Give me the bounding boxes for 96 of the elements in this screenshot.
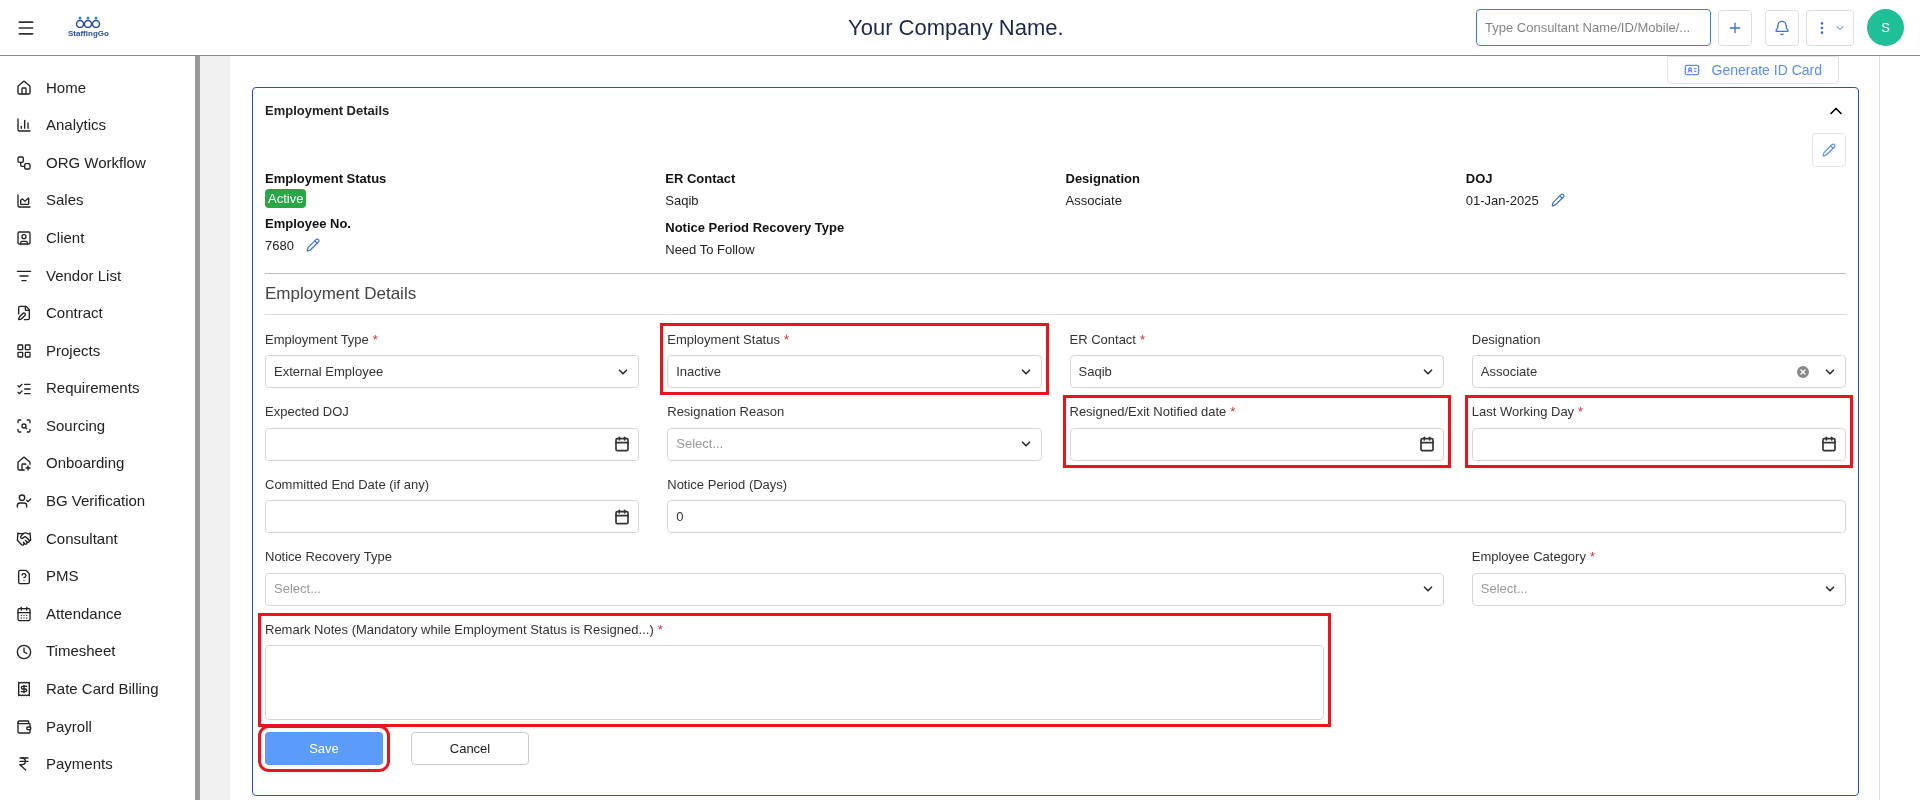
sidebar-item[interactable]: Payroll	[0, 708, 195, 746]
status-badge: Active	[265, 188, 307, 208]
sidebar-item[interactable]: ORG Workflow	[0, 144, 195, 182]
question-file-icon	[16, 568, 32, 585]
sidebar-item[interactable]: Projects	[0, 332, 195, 370]
home-icon	[16, 79, 32, 96]
input-field[interactable]: 0	[667, 500, 1846, 533]
field-label: Resigned/Exit Notified date	[1069, 403, 1227, 421]
required-mark: *	[783, 330, 790, 349]
rupee-icon	[16, 756, 32, 773]
logo-text: StaffingGo	[68, 27, 109, 40]
select-field[interactable]: Saqib	[1069, 355, 1444, 388]
pencil-icon[interactable]	[305, 238, 320, 253]
bar-chart-icon	[16, 117, 32, 134]
required-mark: *	[1230, 403, 1236, 421]
cancel-button[interactable]: Cancel	[411, 732, 529, 765]
sidebar-item[interactable]: PMS	[0, 557, 195, 596]
area-chart-icon	[16, 192, 32, 209]
select-field[interactable]: Inactive	[667, 355, 1042, 388]
file-pen-icon	[16, 305, 32, 322]
add-button[interactable]	[1718, 9, 1752, 46]
workflow-icon	[16, 155, 32, 171]
field-label: Employment Type	[265, 330, 369, 349]
field-label: ER Contact	[1069, 330, 1136, 349]
edit-button[interactable]	[1812, 133, 1846, 167]
field-label: Designation	[1471, 330, 1541, 349]
info-value: Saqib	[665, 191, 699, 210]
sidebar-item[interactable]: Sales	[0, 181, 195, 220]
sidebar-item[interactable]: BG Verification	[0, 482, 195, 521]
sidebar-item[interactable]: Payments	[0, 745, 195, 784]
sidebar-item[interactable]: Attendance	[0, 595, 195, 633]
required-mark: *	[657, 620, 663, 639]
bell-icon	[1774, 19, 1790, 36]
date-field[interactable]	[1471, 427, 1846, 461]
wallet-icon	[16, 718, 32, 735]
calendar-icon	[16, 606, 32, 623]
info-value: 7680	[265, 236, 294, 255]
calendar-icon[interactable]	[1821, 436, 1837, 452]
field-label: Notice Recovery Type	[265, 548, 392, 566]
sidebar-item[interactable]: Vendor List	[0, 256, 195, 295]
sidebar-item[interactable]: Timesheet	[0, 632, 195, 671]
required-mark: *	[1140, 330, 1146, 349]
sidebar-item[interactable]: Rate Card Billing	[0, 670, 195, 709]
field-label: Last Working Day	[1471, 403, 1575, 421]
user-card-icon	[16, 230, 32, 247]
receipt-icon	[16, 681, 32, 698]
field-label: Employment Status	[667, 330, 780, 349]
info-label: Designation	[1065, 170, 1141, 188]
calendar-icon[interactable]	[1418, 436, 1435, 452]
calendar-icon[interactable]	[614, 436, 631, 452]
field-label: Notice Period (Days)	[667, 475, 788, 494]
sidebar-item[interactable]: Client	[0, 219, 195, 257]
clock-icon	[16, 643, 32, 660]
sidebar-item[interactable]: Requirements	[0, 369, 195, 408]
handshake-icon	[16, 530, 32, 547]
date-field[interactable]	[265, 427, 640, 461]
info-label: ER Contact	[665, 170, 737, 188]
grid-icon	[16, 342, 32, 359]
select-field[interactable]: Associate	[1471, 355, 1846, 388]
required-mark: *	[372, 330, 378, 349]
field-label: Employee Category	[1471, 548, 1586, 566]
sidebar-item[interactable]: Onboarding	[0, 444, 195, 483]
date-field[interactable]	[265, 500, 640, 533]
info-label: Employee No.	[265, 215, 352, 233]
sidebar-item[interactable]: Sourcing	[0, 407, 195, 445]
form-title: Employment Details	[265, 274, 1846, 315]
info-label: Notice Period Recovery Type	[665, 219, 846, 237]
logo-icon	[75, 15, 102, 28]
info-value: Associate	[1065, 191, 1122, 210]
sidebar-item[interactable]: Consultant	[0, 520, 195, 558]
clear-icon[interactable]	[1795, 363, 1811, 380]
required-mark: *	[1578, 403, 1584, 421]
sidebar-item[interactable]: Home	[0, 69, 195, 107]
field-label: Remark Notes (Mandatory while Employment Status is Resigned...)	[265, 620, 654, 639]
date-field[interactable]	[1069, 427, 1444, 461]
notification-button[interactable]	[1765, 9, 1799, 46]
user-check-icon	[16, 493, 32, 510]
info-value: Need To Follow	[665, 240, 755, 259]
sidebar-item[interactable]: Analytics	[0, 106, 195, 145]
field-label: Resignation Reason	[667, 403, 785, 421]
required-mark: *	[1589, 548, 1595, 566]
card-title: Employment Details	[265, 101, 390, 120]
calendar-icon[interactable]	[614, 508, 631, 525]
info-value: 01-Jan-2025	[1465, 191, 1539, 210]
info-label: Employment Status	[265, 170, 388, 188]
sidebar-item[interactable]: Contract	[0, 294, 195, 333]
field-label: Expected DOJ	[265, 403, 349, 421]
select-field[interactable]: External Employee	[265, 355, 640, 388]
info-label: DOJ	[1465, 170, 1494, 188]
textarea-field[interactable]	[265, 645, 1324, 720]
field-label: Committed End Date (if any)	[265, 475, 429, 494]
pencil-icon	[1822, 143, 1836, 157]
pencil-icon[interactable]	[1550, 193, 1565, 208]
company-name: Your Company Name.	[848, 14, 1064, 42]
search-field[interactable]: Type Consultant Name/ID/Mobile/...	[1476, 9, 1711, 46]
id-card-icon	[1683, 62, 1700, 78]
